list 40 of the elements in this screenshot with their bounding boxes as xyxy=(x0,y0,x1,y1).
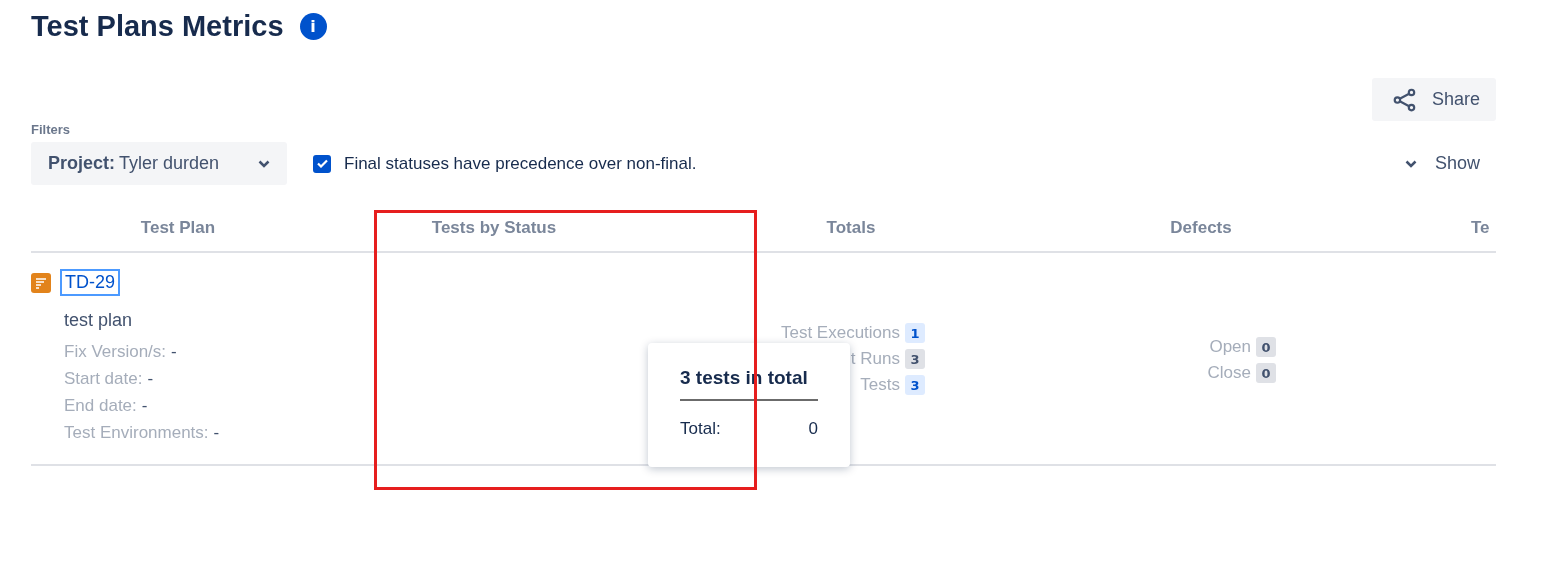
field-label: Fix Version/s: xyxy=(64,341,167,363)
defect-label: Open xyxy=(1209,337,1251,357)
project-select[interactable]: Project: Tyler durden xyxy=(31,142,287,185)
chevron-down-icon xyxy=(258,159,270,168)
defect-label: Close xyxy=(1207,363,1251,383)
chevron-down-icon xyxy=(1404,159,1417,168)
count-badge: 0 xyxy=(1256,337,1276,357)
show-toggle[interactable]: Show xyxy=(1404,153,1496,174)
column-header: Test Plan xyxy=(140,217,216,238)
count-badge: 1 xyxy=(905,323,925,343)
count-badge: 3 xyxy=(905,349,925,369)
column-header: Totals xyxy=(826,217,876,238)
tooltip-value: 0 xyxy=(808,419,818,439)
field-value: - xyxy=(147,368,154,390)
page-title: Test Plans Metrics xyxy=(31,9,284,43)
field-value: - xyxy=(171,341,177,363)
totals-label: t Runs xyxy=(850,349,900,369)
column-header: Tests by Status xyxy=(431,217,557,238)
field-value: - xyxy=(141,395,148,417)
tooltip-label: Total: xyxy=(680,419,721,439)
plan-summary: test plan xyxy=(64,310,134,331)
check-icon xyxy=(316,159,328,168)
share-button[interactable]: Share xyxy=(1371,78,1496,121)
test-plan-icon xyxy=(31,272,51,293)
checkbox[interactable] xyxy=(313,154,331,173)
column-header: Defects xyxy=(1170,217,1232,238)
info-icon[interactable]: i xyxy=(299,12,327,40)
totals-label: Tests xyxy=(860,375,900,395)
totals-label: Test Executions xyxy=(780,323,900,343)
column-header: Te xyxy=(1471,217,1490,238)
issue-key-link[interactable]: TD-29 xyxy=(60,269,120,296)
count-badge: 0 xyxy=(1256,363,1276,383)
share-icon xyxy=(1391,86,1418,113)
field-value: - xyxy=(213,422,220,444)
field-label: Start date: xyxy=(64,368,143,390)
checkbox-label: Final statuses have precedence over non-final. xyxy=(344,153,697,174)
count-badge: 3 xyxy=(905,375,925,395)
filters-label: Filters xyxy=(31,122,71,139)
field-label: Test Environments: xyxy=(64,422,209,444)
field-label: End date: xyxy=(64,395,137,417)
